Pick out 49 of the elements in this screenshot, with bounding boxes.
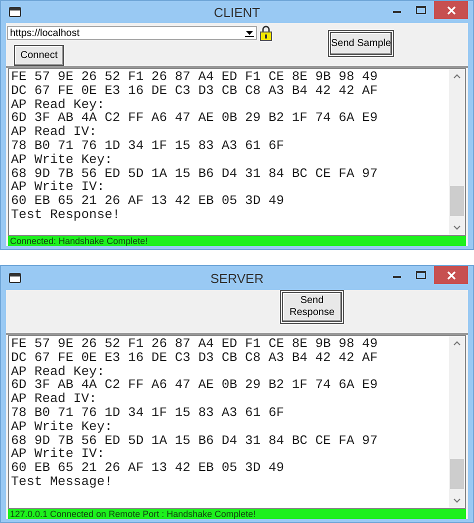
log-line: DC 67 FE 0E E3 16 DE C3 D3 CB C8 A3 B4 42 42 AF [11,84,379,98]
log-line: 78 B0 71 76 1D 34 1F 15 83 A3 61 6F [11,138,286,153]
log-line: 6D 3F AB 4A C2 FF A6 47 AE 0B 29 B2 1F 74 6A E9 [11,378,379,392]
scroll-up-icon[interactable] [453,73,461,79]
send-button[interactable]: Send Response [282,292,342,322]
log-line: AP Read Key: [11,364,106,378]
maximize-icon [416,6,426,14]
scrollbar-thumb[interactable] [450,459,464,489]
scrollbar[interactable] [449,336,465,508]
close-button[interactable] [434,1,468,19]
log-line: AP Write Key: [11,152,114,167]
window-title: SERVER [210,270,264,286]
maximize-icon [416,271,426,279]
log-line: AP Read IV: [11,125,98,139]
window-icon [9,273,21,283]
scrollbar[interactable] [449,69,465,235]
log-textbox[interactable] [8,68,466,236]
log-textbox[interactable] [8,335,466,509]
log-line: AP Write IV: [11,447,106,462]
status-bar: 127.0.0.1 Connected on Remote Port : Handshake Complete! [8,509,466,519]
log-line: FE 57 9E 26 52 F1 26 87 A4 ED F1 CE 8E 9B 98 49 [11,337,379,351]
window-icon [9,7,21,17]
caret-icon [245,28,254,38]
log-line: AP Read Key: [11,98,106,112]
log-line: 60 EB 65 21 26 AF 13 42 EB 05 3D 49 [11,461,286,475]
window-title: CLIENT [214,4,260,20]
scroll-up-icon[interactable] [453,340,461,346]
log-line: AP Write Key: [11,420,114,434]
log-line: AP Read IV: [11,392,98,406]
log-line: FE 57 9E 26 52 F1 26 87 A4 ED F1 CE 8E 9B 98 49 [11,70,379,84]
log-line: 60 EB 65 21 26 AF 13 42 EB 05 3D 49 [11,194,286,208]
send-button[interactable]: Send Sample [330,32,392,55]
log-line: Test Response! [11,208,122,222]
scrollbar-thumb[interactable] [450,186,464,216]
log-line: 68 9D 7B 56 ED 5D 1A 15 B6 D4 31 84 BC CE FA 97 [11,166,379,180]
log-line: 78 B0 71 76 1D 34 1F 15 83 A3 61 6F [11,406,286,420]
log-line: AP Write IV: [11,180,106,194]
scroll-down-icon[interactable] [453,498,461,504]
log-line: 68 9D 7B 56 ED 5D 1A 15 B6 D4 31 84 BC CE FA 97 [11,434,379,448]
log-line: Test Message! [11,474,114,489]
close-icon [446,270,456,280]
status-bar: Connected: Handshake Complete! [8,236,466,246]
connect-button[interactable]: Connect [14,45,64,66]
log-line: 6D 3F AB 4A C2 FF A6 47 AE 0B 29 B2 1F 74 6A E9 [11,111,379,126]
close-icon [446,6,456,14]
address-dropdown[interactable]: https://localhost [7,26,257,40]
log-line: DC 67 FE 0E E3 16 DE C3 D3 CB C8 A3 B4 42 42 AF [11,350,379,365]
close-button[interactable] [434,266,468,284]
scroll-down-icon[interactable] [453,225,461,231]
